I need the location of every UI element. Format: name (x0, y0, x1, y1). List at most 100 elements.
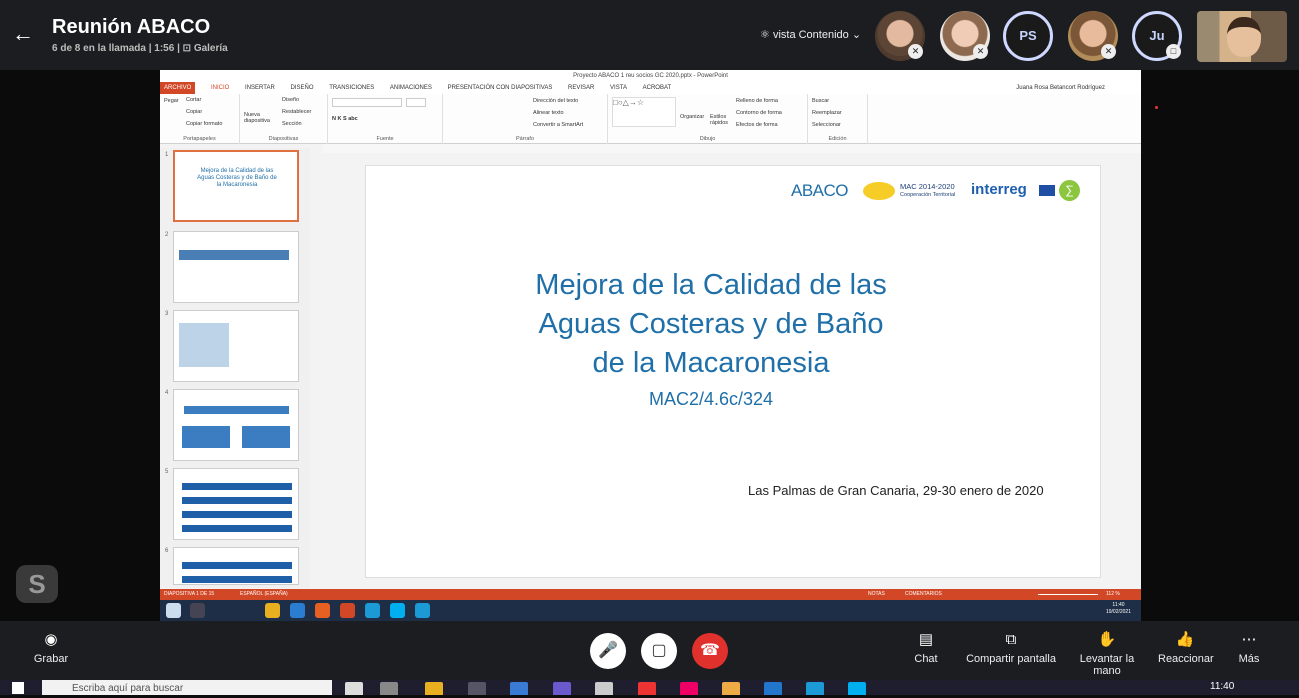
group-label: Diapositivas (268, 136, 299, 142)
group-parrafo: Dirección del texto Alinear texto Conver… (443, 94, 608, 144)
zoom-level[interactable]: 112 % (1106, 589, 1120, 600)
raise-hand-button[interactable]: ✋ Levantar la mano (1066, 627, 1148, 677)
comments-button[interactable]: COMENTARIOS (905, 589, 942, 600)
tab-diseno[interactable]: DISEÑO (291, 82, 314, 94)
slide-thumbnail-1[interactable]: Mejora de la Calidad de las Aguas Coster… (173, 150, 299, 222)
share-screen-button[interactable]: ⧉ Compartir pantalla (965, 627, 1057, 665)
screen-share-icon: □ (1166, 44, 1181, 59)
section-button[interactable]: Sección (282, 121, 302, 127)
office-icon[interactable] (638, 682, 656, 695)
more-button[interactable]: ⋯ Más (1232, 627, 1266, 665)
presenter-icon: ⚛ (760, 29, 770, 41)
windows-start-icon[interactable] (12, 682, 24, 694)
task-view-icon[interactable] (380, 682, 398, 695)
font-size-dropdown[interactable] (406, 98, 426, 107)
slide-thumbnail-5[interactable] (173, 468, 299, 540)
powerpoint-icon[interactable] (340, 603, 355, 618)
self-video[interactable] (1197, 11, 1287, 62)
folder-icon[interactable] (265, 603, 280, 618)
arrange-button[interactable]: Organizar (680, 114, 704, 120)
shapes-gallery[interactable]: □○△→☆ (612, 97, 676, 127)
reset-button[interactable]: Restablecer (282, 109, 311, 115)
red-dot (1155, 106, 1158, 109)
meeting-title: Reunión ABACO (52, 16, 211, 38)
logo-strip: ABACO MAC 2014-2020 Cooperación Territor… (791, 179, 1081, 203)
edge-icon[interactable] (415, 603, 430, 618)
layout-button[interactable]: Diseño (282, 97, 299, 103)
shape-effects-button[interactable]: Efectos de forma (736, 122, 778, 128)
edge-icon[interactable] (806, 682, 824, 695)
tab-transiciones[interactable]: TRANSICIONES (329, 82, 374, 94)
slide-thumbnail-4[interactable] (173, 389, 299, 461)
find-button[interactable]: Buscar (812, 98, 829, 104)
hang-up-button[interactable]: ☎ (692, 633, 728, 669)
horizontal-ruler (323, 144, 1141, 153)
format-painter-button[interactable]: Copiar formato (186, 121, 222, 127)
slide-canvas[interactable]: ABACO MAC 2014-2020 Cooperación Territor… (365, 165, 1101, 578)
bold-button[interactable]: N K S abc (332, 116, 358, 122)
back-arrow-icon[interactable]: ← (12, 22, 36, 46)
language-indicator[interactable]: ESPAÑOL (ESPAÑA) (240, 589, 288, 600)
tab-revisar[interactable]: REVISAR (568, 82, 594, 94)
copy-button[interactable]: Copiar (186, 109, 202, 115)
text-direction-button[interactable]: Dirección del texto (533, 98, 578, 104)
select-button[interactable]: Seleccionar (812, 122, 841, 128)
skype-icon[interactable] (848, 682, 866, 695)
cut-button[interactable]: Cortar (186, 97, 201, 103)
new-slide-button[interactable]: Nueva diapositiva (244, 112, 274, 124)
slide-project-code: MAC2/4.6c/324 (648, 389, 774, 409)
search-icon[interactable] (190, 603, 205, 618)
thumb-number: 3 (165, 311, 169, 317)
group-label: Fuente (376, 136, 394, 142)
tab-presentacion[interactable]: PRESENTACIÓN CON DIAPOSITIVAS (448, 82, 553, 94)
folder-icon[interactable] (425, 682, 443, 695)
shape-fill-button[interactable]: Relleno de forma (736, 98, 778, 104)
app-icon[interactable] (553, 682, 571, 695)
chat-button[interactable]: ▤ Chat (905, 627, 947, 665)
interreg-logo: interreg (971, 181, 1027, 198)
mic-button[interactable]: 🎤 (590, 633, 626, 669)
align-text-button[interactable]: Alinear texto (533, 110, 564, 116)
thumb-number: 1 (165, 152, 169, 158)
skype-icon[interactable] (390, 603, 405, 618)
replace-button[interactable]: Reemplazar (812, 110, 842, 116)
quick-styles-button[interactable]: Estilos rápidos (710, 114, 730, 126)
app-icon[interactable] (680, 682, 698, 695)
slide-thumbnail-2[interactable] (173, 231, 299, 303)
eu-flag-icon (1039, 185, 1055, 196)
tab-vista[interactable]: VISTA (610, 82, 627, 94)
firefox-icon[interactable] (315, 603, 330, 618)
taskbar-search-input[interactable]: Escriba aquí para buscar (42, 680, 332, 695)
outlook-icon[interactable] (764, 682, 782, 695)
tab-animaciones[interactable]: ANIMACIONES (390, 82, 432, 94)
smartart-button[interactable]: Convertir a SmartArt (533, 122, 583, 128)
slide-thumbnail-6[interactable] (173, 547, 299, 585)
mic-muted-icon: ✕ (908, 44, 923, 59)
slide-thumbnail-3[interactable] (173, 310, 299, 382)
paste-button[interactable]: Pegar (164, 98, 179, 104)
camera-button[interactable]: ▢ (641, 633, 677, 669)
notes-button[interactable]: NOTAS (868, 589, 885, 600)
abaco-logo: ABACO (791, 181, 849, 200)
view-selector[interactable]: ⚛ vista Contenido ⌄ (760, 28, 861, 41)
windows-start-icon[interactable] (166, 603, 181, 618)
font-name-dropdown[interactable] (332, 98, 402, 107)
record-button[interactable]: ◉ Grabar (30, 627, 72, 665)
ie-icon[interactable] (290, 603, 305, 618)
thumb-number: 2 (165, 232, 169, 238)
tab-insertar[interactable]: INSERTAR (245, 82, 275, 94)
tab-acrobat[interactable]: ACROBAT (643, 82, 672, 94)
edge-icon[interactable] (365, 603, 380, 618)
app-icon[interactable] (510, 682, 528, 695)
zoom-slider[interactable] (1038, 594, 1098, 595)
search-icon[interactable] (345, 682, 363, 695)
app-icon[interactable] (595, 682, 613, 695)
slide-counter: DIAPOSITIVA 1 DE 15 (164, 591, 215, 597)
react-button[interactable]: 👍 Reaccionar (1158, 627, 1214, 665)
participant-avatar-ps[interactable]: PS (1003, 11, 1053, 61)
shape-outline-button[interactable]: Contorno de forma (736, 110, 782, 116)
tab-archivo[interactable]: ARCHIVO (160, 82, 196, 94)
chrome-icon[interactable] (722, 682, 740, 695)
briefcase-icon[interactable] (468, 682, 486, 695)
mac-emblem-icon (863, 182, 895, 200)
